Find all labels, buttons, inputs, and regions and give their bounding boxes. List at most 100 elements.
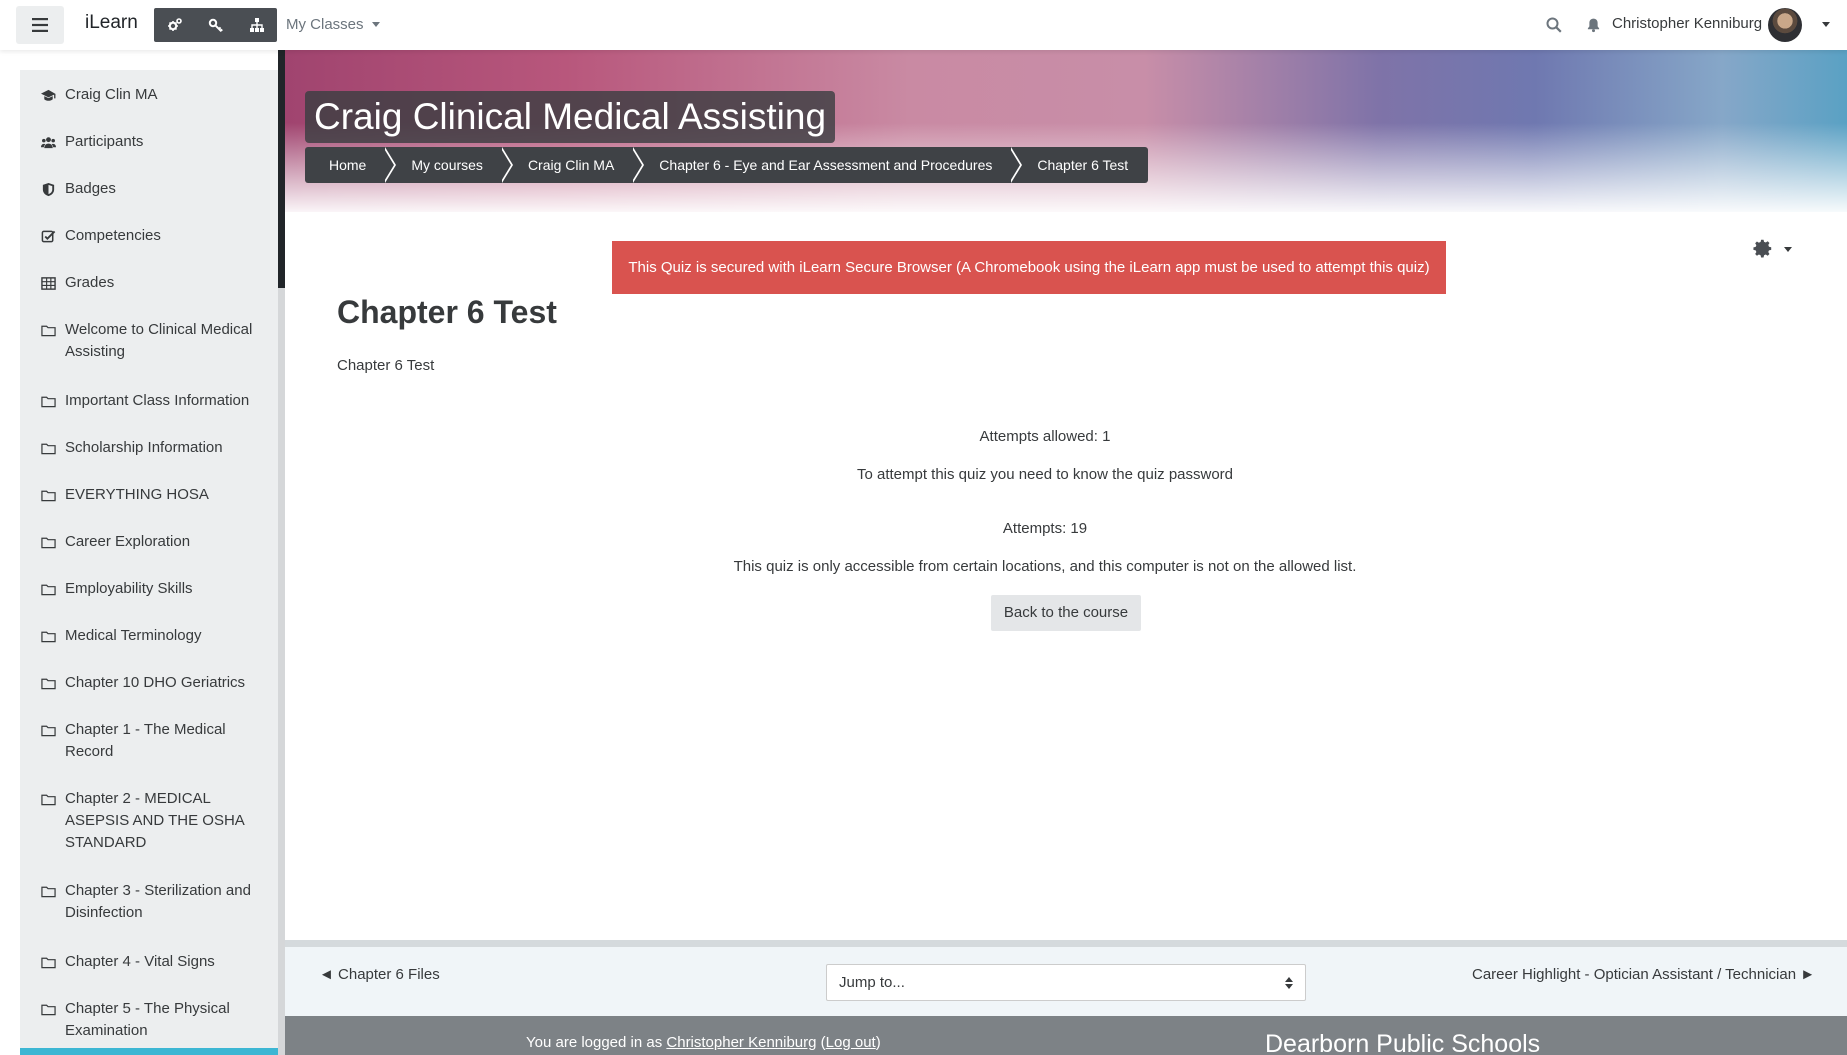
page-footer [285, 1016, 1847, 1055]
folder-icon [41, 390, 59, 412]
sidebar-item[interactable]: Chapter 4 - Vital Signs [20, 951, 278, 973]
top-navbar: iLearn My Classes Christopher Kenniburg [0, 0, 1847, 50]
sidebar-item[interactable]: Chapter 10 DHO Geriatrics [20, 672, 278, 694]
sidebar-item[interactable]: Chapter 5 - The Physical Examination [20, 998, 278, 1042]
hamburger-icon [32, 18, 48, 32]
organization-name: Dearborn Public Schools [1265, 1030, 1541, 1055]
page-title: Chapter 6 Test [337, 294, 557, 330]
select-arrows-icon [1285, 977, 1293, 989]
profile-link[interactable]: Christopher Kenniburg [666, 1034, 816, 1051]
login-info: You are logged in as Christopher Kennibu… [526, 1034, 881, 1051]
sidebar-item-label: Chapter 10 DHO Geriatrics [65, 674, 246, 691]
sidebar-item-label: Scholarship Information [65, 439, 223, 456]
cogs-button[interactable] [154, 8, 195, 42]
sitemap-button[interactable] [236, 8, 277, 42]
sidebar-item-label: Participants [65, 133, 144, 150]
sidebar-item-label: Chapter 3 - Sterilization and Disinfecti… [65, 882, 251, 921]
next-activity-link[interactable]: Career Highlight - Optician Assistant / … [1472, 966, 1815, 983]
sidebar-item-label: Chapter 2 - MEDICAL ASEPSIS AND THE OSHA… [65, 790, 244, 851]
sidebar-item-label: Chapter 4 - Vital Signs [65, 953, 215, 970]
users-icon [41, 131, 59, 153]
avatar[interactable] [1768, 8, 1802, 42]
sidebar-item[interactable]: Participants [20, 131, 278, 153]
gear-icon [1753, 239, 1772, 258]
menu-toggle-button[interactable] [16, 6, 64, 44]
quiz-intro: Chapter 6 Test [337, 357, 435, 374]
folder-icon [41, 484, 59, 506]
sidebar-item-label: Chapter 1 - The Medical Record [65, 721, 226, 760]
folder-icon [41, 719, 59, 741]
sidebar-item-label: Welcome to Clinical Medical Assisting [65, 321, 253, 360]
jump-to-label: Jump to... [839, 974, 905, 991]
my-classes-label: My Classes [286, 16, 364, 33]
settings-menu[interactable] [1752, 238, 1792, 260]
sidebar-item[interactable]: Chapter 3 - Sterilization and Disinfecti… [20, 880, 278, 924]
key-button[interactable] [195, 8, 236, 42]
sidebar-scrollbar-thumb[interactable] [278, 50, 285, 288]
chevron-down-icon [371, 22, 380, 27]
folder-icon [41, 788, 59, 810]
login-prefix: You are logged in as [526, 1034, 667, 1051]
folder-icon [41, 951, 59, 973]
secure-browser-alert: This Quiz is secured with iLearn Secure … [612, 241, 1446, 294]
sidebar-item-label: Craig Clin MA [65, 86, 158, 103]
folder-icon [41, 578, 59, 600]
sidebar-item[interactable]: Grades [20, 272, 278, 294]
back-to-course-button[interactable]: Back to the course [991, 595, 1141, 631]
sidebar-item-label: Career Exploration [65, 533, 191, 550]
shield-icon [41, 178, 59, 200]
sidebar-item-label: Badges [65, 180, 116, 197]
bell-icon[interactable] [1584, 16, 1602, 34]
sidebar-item-label: Important Class Information [65, 392, 250, 409]
search-icon[interactable] [1545, 16, 1563, 34]
sidebar-item[interactable]: Welcome to Clinical Medical Assisting [20, 319, 278, 363]
key-icon [208, 18, 223, 33]
my-classes-dropdown[interactable]: My Classes [286, 16, 380, 33]
password-notice: To attempt this quiz you need to know th… [856, 466, 1234, 483]
sidebar-item[interactable]: Chapter 2 - MEDICAL ASEPSIS AND THE OSHA… [20, 788, 278, 854]
previous-activity-link[interactable]: ◄ Chapter 6 Files [319, 966, 440, 983]
sidebar-item-label: Employability Skills [65, 580, 193, 597]
sidebar-item[interactable]: Competencies [20, 225, 278, 247]
chevron-down-icon [1784, 246, 1792, 252]
user-menu-name[interactable]: Christopher Kenniburg [1612, 15, 1762, 32]
sidebar-item[interactable]: Scholarship Information [20, 437, 278, 459]
table-icon [41, 272, 59, 294]
logout-open: ( [816, 1034, 826, 1051]
location-notice: This quiz is only accessible from certai… [733, 558, 1357, 575]
sidebar-item[interactable]: EVERYTHING HOSA [20, 484, 278, 506]
folder-icon [41, 880, 59, 902]
sidebar-item-label: Chapter 5 - The Physical Examination [65, 1000, 230, 1039]
site-brand[interactable]: iLearn [85, 12, 138, 34]
sidebar-item-label: Medical Terminology [65, 627, 202, 644]
breadcrumb-section[interactable]: Chapter 6 - Eye and Ear Assessment and P… [634, 147, 1023, 183]
sidebar-active-item[interactable] [20, 1048, 278, 1055]
sidebar-item-label: Grades [65, 274, 115, 291]
sitemap-icon [249, 18, 264, 32]
sidebar-item[interactable]: Medical Terminology [20, 625, 278, 647]
attempts-allowed: Attempts allowed: 1 [979, 428, 1111, 445]
breadcrumb-course[interactable]: Craig Clin MA [503, 147, 645, 183]
folder-icon [41, 998, 59, 1020]
sidebar-item[interactable]: Employability Skills [20, 578, 278, 600]
user-menu-caret-icon[interactable] [1822, 22, 1830, 27]
folder-icon [41, 625, 59, 647]
folder-icon [41, 437, 59, 459]
sidebar-item-label: EVERYTHING HOSA [65, 486, 209, 503]
jump-to-select[interactable]: Jump to... [826, 964, 1306, 1001]
breadcrumb-my-courses[interactable]: My courses [386, 147, 513, 183]
folder-icon [41, 672, 59, 694]
breadcrumb-current[interactable]: Chapter 6 Test [1012, 147, 1148, 183]
sidebar-item[interactable]: Badges [20, 178, 278, 200]
breadcrumb-home[interactable]: Home [305, 147, 397, 183]
graduation-cap-icon [41, 84, 59, 106]
quick-links-group [154, 8, 277, 42]
logout-link[interactable]: Log out [826, 1034, 876, 1051]
sidebar-item[interactable]: Craig Clin MA [20, 84, 278, 106]
sidebar-item-label: Competencies [65, 227, 161, 244]
course-title: Craig Clinical Medical Assisting [305, 91, 836, 143]
sidebar-item[interactable]: Career Exploration [20, 531, 278, 553]
sidebar-item[interactable]: Chapter 1 - The Medical Record [20, 719, 278, 763]
attempts-count: Attempts: 19 [1002, 520, 1088, 537]
sidebar-item[interactable]: Important Class Information [20, 390, 278, 412]
